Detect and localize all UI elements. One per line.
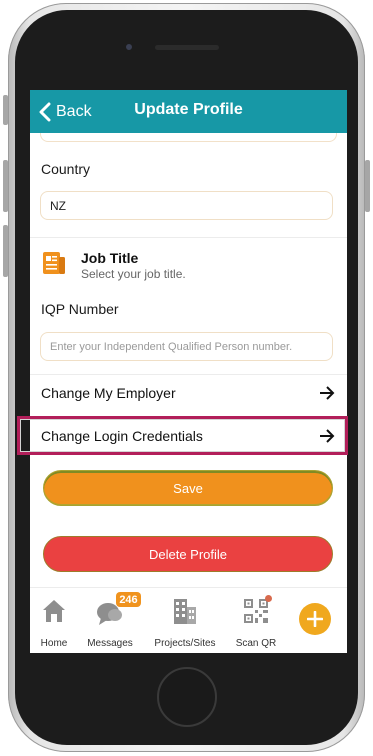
qr-notification-dot [265,595,272,602]
nav-projects-sites[interactable]: Projects/Sites [150,596,220,649]
plus-icon [307,611,323,627]
job-title-subtitle: Select your job title. [81,267,186,281]
job-title-heading[interactable]: Job Title [81,250,138,266]
divider [30,237,347,238]
app-screen: Back Update Profile Country NZ Job Title… [30,90,347,653]
power-button [365,160,370,212]
document-icon [43,252,65,274]
add-button[interactable] [299,603,331,635]
previous-field-edge [40,133,337,142]
nav-scan-qr-label: Scan QR [235,638,277,649]
messages-badge: 246 [116,592,141,607]
change-login-credentials-link[interactable]: Change Login Credentials [30,419,347,453]
page-title: Update Profile [134,101,243,118]
home-button[interactable] [157,667,217,727]
buildings-icon [174,599,196,624]
nav-messages-label: Messages [87,638,133,649]
qr-code-icon [244,599,268,623]
change-login-credentials-label: Change Login Credentials [41,428,203,444]
mute-switch [3,95,8,125]
volume-up-button [3,160,8,212]
change-employer-link[interactable]: Change My Employer [30,376,347,410]
app-header: Back Update Profile [30,90,347,133]
save-button[interactable]: Save [43,470,333,506]
nav-scan-qr[interactable]: Scan QR [234,596,278,649]
arrow-right-icon [320,429,335,443]
volume-down-button [3,225,8,277]
earpiece-speaker [155,45,219,50]
arrow-right-icon [320,386,335,400]
delete-profile-button[interactable]: Delete Profile [43,536,333,572]
nav-home[interactable]: Home [36,596,72,649]
divider [30,374,347,375]
iqp-label: IQP Number [41,301,119,317]
country-field[interactable]: NZ [40,191,333,220]
front-camera [126,44,132,50]
nav-projects-sites-label: Projects/Sites [154,638,216,649]
home-icon [43,600,65,622]
nav-home-label: Home [40,638,68,649]
bottom-nav: Home Messages 246 Projects/Sites Scan QR [30,587,347,653]
change-employer-label: Change My Employer [41,385,176,401]
country-label: Country [41,161,91,177]
iqp-number-field[interactable]: Enter your Independent Qualified Person … [40,332,333,361]
